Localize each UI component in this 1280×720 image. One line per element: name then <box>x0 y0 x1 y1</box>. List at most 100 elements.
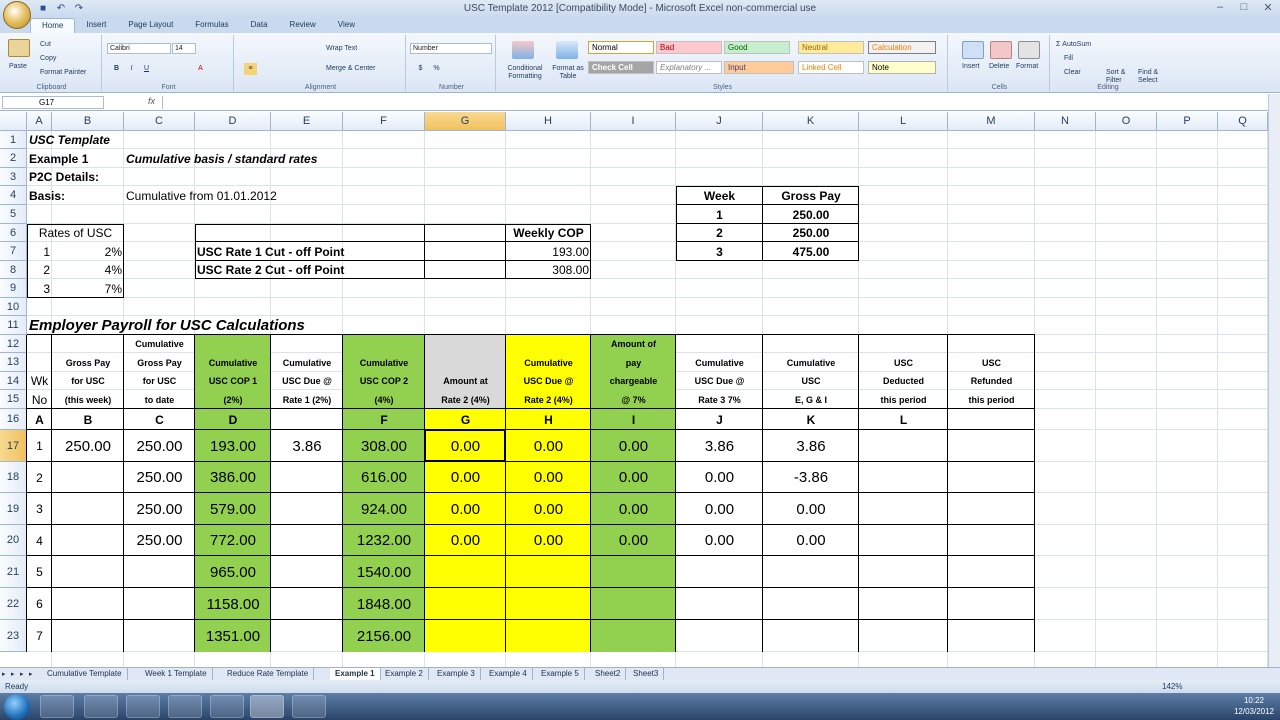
delete-cells-icon[interactable] <box>990 41 1012 59</box>
merge-center-button[interactable]: Merge & Center <box>326 65 375 72</box>
minimize-icon[interactable]: – <box>1212 1 1228 14</box>
column-header-K[interactable]: K <box>763 112 859 131</box>
row-header-7[interactable]: 7 <box>0 242 27 261</box>
font-color-icon[interactable]: A <box>194 63 207 75</box>
office-button[interactable] <box>3 1 31 29</box>
column-header-F[interactable]: F <box>343 112 425 131</box>
format-table-button[interactable]: Format as Table <box>548 65 588 81</box>
ribbon-tab-home[interactable]: Home <box>30 18 76 33</box>
align-center-icon[interactable]: ≡ <box>244 63 257 75</box>
excel-taskbar-icon[interactable] <box>250 695 284 718</box>
column-header-J[interactable]: J <box>676 112 763 131</box>
explorer-icon[interactable] <box>40 695 74 718</box>
column-header-G[interactable]: G <box>425 112 506 131</box>
row-header-15[interactable]: 15 <box>0 390 27 409</box>
media-icon[interactable] <box>84 695 118 718</box>
column-header-D[interactable]: D <box>195 112 271 131</box>
row-header-9[interactable]: 9 <box>0 279 27 298</box>
style-linked-cell[interactable]: Linked Cell <box>798 61 864 74</box>
insert-cells-icon[interactable] <box>962 41 984 59</box>
column-header-O[interactable]: O <box>1096 112 1157 131</box>
ribbon-tab-review[interactable]: Review <box>279 18 327 33</box>
format-painter-button[interactable]: Format Painter <box>40 69 86 76</box>
fx-icon[interactable]: fx <box>148 96 155 106</box>
column-header-L[interactable]: L <box>859 112 948 131</box>
formula-input[interactable] <box>162 96 1266 109</box>
row-header-12[interactable]: 12 <box>0 335 27 353</box>
row-header-5[interactable]: 5 <box>0 205 27 224</box>
row-header-3[interactable]: 3 <box>0 168 27 186</box>
select-all-corner[interactable] <box>0 112 27 131</box>
wrap-text-button[interactable]: Wrap Text <box>326 45 357 52</box>
maximize-icon[interactable]: □ <box>1236 1 1252 14</box>
column-header-P[interactable]: P <box>1157 112 1218 131</box>
sort-filter-button[interactable]: Sort & Filter <box>1106 69 1136 85</box>
italic-button[interactable]: I <box>125 63 138 75</box>
worksheet-grid[interactable]: A B C D E F G H I J K L M N O P Q 1 2 3 4 5 6 7 8 9 10 11 12 13 14 15 16… <box>0 112 1268 668</box>
sheet-tab-sheet3[interactable]: Sheet3 <box>628 668 665 680</box>
column-header-E[interactable]: E <box>271 112 343 131</box>
number-format-select[interactable]: Number <box>410 43 492 54</box>
column-header-M[interactable]: M <box>948 112 1035 131</box>
sheet-tab-week-1-template[interactable]: Week 1 Template <box>140 668 213 680</box>
clear-button[interactable]: Clear <box>1064 69 1081 76</box>
currency-icon[interactable]: $ <box>414 63 427 75</box>
sheet-tab-cumulative-template[interactable]: Cumulative Template <box>42 668 128 680</box>
folder-icon[interactable] <box>210 695 244 718</box>
paste-button[interactable]: Paste <box>9 63 27 70</box>
sheet-nav-icon-3[interactable]: ▸ <box>29 668 33 680</box>
clock[interactable]: 10:22 12/03/2012 <box>1234 695 1274 717</box>
sheet-tab-example-1[interactable]: Example 1 <box>330 668 381 680</box>
copy-button[interactable]: Copy <box>40 55 56 62</box>
style-input[interactable]: Input <box>724 61 794 74</box>
insert-button[interactable]: Insert <box>962 63 980 70</box>
row-header-23[interactable]: 23 <box>0 620 27 652</box>
ribbon-tab-insert[interactable]: Insert <box>75 18 117 33</box>
row-header-17[interactable]: 17 <box>0 430 27 462</box>
format-button[interactable]: Format <box>1016 63 1038 70</box>
ribbon-tab-data[interactable]: Data <box>240 18 279 33</box>
row-header-20[interactable]: 20 <box>0 525 27 556</box>
row-header-21[interactable]: 21 <box>0 556 27 588</box>
underline-button[interactable]: U <box>140 63 153 75</box>
paste-icon[interactable] <box>8 39 30 57</box>
column-header-B[interactable]: B <box>52 112 124 131</box>
ribbon-tab-page-layout[interactable]: Page Layout <box>117 18 184 33</box>
sheet-tab-sheet2[interactable]: Sheet2 <box>590 668 627 680</box>
sheet-nav-icon-1[interactable]: ▸ <box>11 668 15 680</box>
style-normal[interactable]: Normal <box>588 41 654 54</box>
row-header-19[interactable]: 19 <box>0 493 27 525</box>
sheet-tab-example-2[interactable]: Example 2 <box>380 668 429 680</box>
row-header-11[interactable]: 11 <box>0 316 27 335</box>
column-header-A[interactable]: A <box>27 112 52 131</box>
row-header-14[interactable]: 14 <box>0 372 27 390</box>
autosum-button[interactable]: Σ AutoSum <box>1056 41 1091 48</box>
sheet-tab-reduce-rate-template[interactable]: Reduce Rate Template <box>222 668 315 680</box>
font-name-select[interactable]: Calibri <box>107 43 171 54</box>
zoom-level[interactable]: 142% <box>1162 680 1182 693</box>
sheet-tab-example-4[interactable]: Example 4 <box>484 668 533 680</box>
fill-button[interactable]: Fill <box>1064 55 1073 62</box>
ribbon-tab-view[interactable]: View <box>327 18 366 33</box>
ribbon-tab-formulas[interactable]: Formulas <box>184 18 239 33</box>
row-header-6[interactable]: 6 <box>0 224 27 242</box>
column-header-Q[interactable]: Q <box>1218 112 1268 131</box>
percent-icon[interactable]: % <box>430 63 443 75</box>
close-icon[interactable]: ✕ <box>1260 1 1276 14</box>
selected-cell-G17[interactable] <box>424 429 506 462</box>
sheet-tab-example-3[interactable]: Example 3 <box>432 668 481 680</box>
conditional-formatting-icon[interactable] <box>512 41 534 59</box>
start-button[interactable] <box>4 694 30 720</box>
conditional-formatting-button[interactable]: Conditional Formatting <box>502 65 548 81</box>
delete-button[interactable]: Delete <box>989 63 1009 70</box>
browser-icon[interactable] <box>168 695 202 718</box>
column-header-I[interactable]: I <box>591 112 676 131</box>
row-header-16[interactable]: 16 <box>0 409 27 430</box>
style-good[interactable]: Good <box>724 41 790 54</box>
bold-button[interactable]: B <box>110 63 123 75</box>
sheet-nav-icon-2[interactable]: ▸ <box>20 668 24 680</box>
find-select-button[interactable]: Find & Select <box>1138 69 1164 85</box>
recorder-icon[interactable] <box>292 695 326 718</box>
sheet-nav-icon-0[interactable]: ▸ <box>2 668 6 680</box>
row-header-22[interactable]: 22 <box>0 588 27 620</box>
